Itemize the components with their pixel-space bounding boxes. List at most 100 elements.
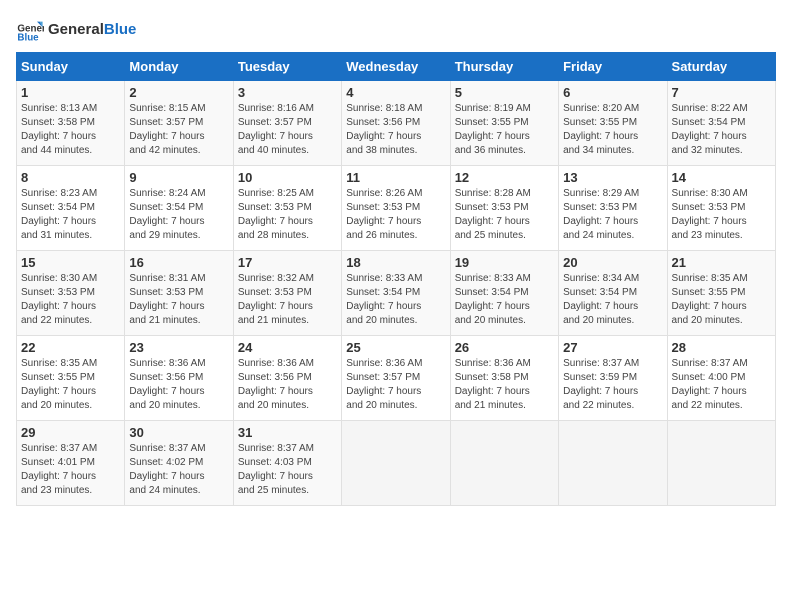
week-row-1: 1 Sunrise: 8:13 AM Sunset: 3:58 PM Dayli… bbox=[17, 81, 776, 166]
week-row-5: 29 Sunrise: 8:37 AM Sunset: 4:01 PM Dayl… bbox=[17, 421, 776, 506]
calendar-cell: 24 Sunrise: 8:36 AM Sunset: 3:56 PM Dayl… bbox=[233, 336, 341, 421]
day-number: 16 bbox=[129, 255, 228, 270]
calendar-cell: 8 Sunrise: 8:23 AM Sunset: 3:54 PM Dayli… bbox=[17, 166, 125, 251]
day-number: 26 bbox=[455, 340, 554, 355]
calendar-cell: 29 Sunrise: 8:37 AM Sunset: 4:01 PM Dayl… bbox=[17, 421, 125, 506]
week-row-2: 8 Sunrise: 8:23 AM Sunset: 3:54 PM Dayli… bbox=[17, 166, 776, 251]
calendar-table: SundayMondayTuesdayWednesdayThursdayFrid… bbox=[16, 52, 776, 506]
day-number: 14 bbox=[672, 170, 771, 185]
day-info: Sunrise: 8:28 AM Sunset: 3:53 PM Dayligh… bbox=[455, 187, 554, 243]
day-info: Sunrise: 8:19 AM Sunset: 3:55 PM Dayligh… bbox=[455, 102, 554, 158]
week-row-3: 15 Sunrise: 8:30 AM Sunset: 3:53 PM Dayl… bbox=[17, 251, 776, 336]
day-info: Sunrise: 8:31 AM Sunset: 3:53 PM Dayligh… bbox=[129, 272, 228, 328]
calendar-cell: 5 Sunrise: 8:19 AM Sunset: 3:55 PM Dayli… bbox=[450, 81, 558, 166]
day-info: Sunrise: 8:35 AM Sunset: 3:55 PM Dayligh… bbox=[672, 272, 771, 328]
day-number: 6 bbox=[563, 85, 662, 100]
day-number: 12 bbox=[455, 170, 554, 185]
logo-general: General bbox=[48, 21, 104, 38]
logo-icon: General Blue bbox=[16, 16, 44, 44]
day-info: Sunrise: 8:36 AM Sunset: 3:58 PM Dayligh… bbox=[455, 357, 554, 413]
day-number: 29 bbox=[21, 425, 120, 440]
calendar-cell: 17 Sunrise: 8:32 AM Sunset: 3:53 PM Dayl… bbox=[233, 251, 341, 336]
week-row-4: 22 Sunrise: 8:35 AM Sunset: 3:55 PM Dayl… bbox=[17, 336, 776, 421]
day-info: Sunrise: 8:30 AM Sunset: 3:53 PM Dayligh… bbox=[672, 187, 771, 243]
calendar-cell: 28 Sunrise: 8:37 AM Sunset: 4:00 PM Dayl… bbox=[667, 336, 775, 421]
logo-blue: Blue bbox=[104, 21, 137, 38]
day-number: 19 bbox=[455, 255, 554, 270]
day-info: Sunrise: 8:37 AM Sunset: 4:03 PM Dayligh… bbox=[238, 442, 337, 498]
day-info: Sunrise: 8:36 AM Sunset: 3:56 PM Dayligh… bbox=[238, 357, 337, 413]
header: General Blue GeneralBlue bbox=[16, 16, 776, 44]
day-info: Sunrise: 8:33 AM Sunset: 3:54 PM Dayligh… bbox=[455, 272, 554, 328]
calendar-cell: 26 Sunrise: 8:36 AM Sunset: 3:58 PM Dayl… bbox=[450, 336, 558, 421]
day-info: Sunrise: 8:35 AM Sunset: 3:55 PM Dayligh… bbox=[21, 357, 120, 413]
day-info: Sunrise: 8:15 AM Sunset: 3:57 PM Dayligh… bbox=[129, 102, 228, 158]
calendar-cell bbox=[342, 421, 450, 506]
header-saturday: Saturday bbox=[667, 53, 775, 81]
calendar-cell: 3 Sunrise: 8:16 AM Sunset: 3:57 PM Dayli… bbox=[233, 81, 341, 166]
calendar-cell: 21 Sunrise: 8:35 AM Sunset: 3:55 PM Dayl… bbox=[667, 251, 775, 336]
header-sunday: Sunday bbox=[17, 53, 125, 81]
calendar-cell: 16 Sunrise: 8:31 AM Sunset: 3:53 PM Dayl… bbox=[125, 251, 233, 336]
days-header-row: SundayMondayTuesdayWednesdayThursdayFrid… bbox=[17, 53, 776, 81]
day-info: Sunrise: 8:16 AM Sunset: 3:57 PM Dayligh… bbox=[238, 102, 337, 158]
calendar-cell: 18 Sunrise: 8:33 AM Sunset: 3:54 PM Dayl… bbox=[342, 251, 450, 336]
day-number: 11 bbox=[346, 170, 445, 185]
calendar-cell: 1 Sunrise: 8:13 AM Sunset: 3:58 PM Dayli… bbox=[17, 81, 125, 166]
day-info: Sunrise: 8:34 AM Sunset: 3:54 PM Dayligh… bbox=[563, 272, 662, 328]
calendar-cell: 10 Sunrise: 8:25 AM Sunset: 3:53 PM Dayl… bbox=[233, 166, 341, 251]
day-info: Sunrise: 8:37 AM Sunset: 4:00 PM Dayligh… bbox=[672, 357, 771, 413]
day-number: 10 bbox=[238, 170, 337, 185]
day-info: Sunrise: 8:22 AM Sunset: 3:54 PM Dayligh… bbox=[672, 102, 771, 158]
day-number: 18 bbox=[346, 255, 445, 270]
day-number: 21 bbox=[672, 255, 771, 270]
day-info: Sunrise: 8:33 AM Sunset: 3:54 PM Dayligh… bbox=[346, 272, 445, 328]
day-number: 4 bbox=[346, 85, 445, 100]
calendar-cell: 22 Sunrise: 8:35 AM Sunset: 3:55 PM Dayl… bbox=[17, 336, 125, 421]
day-info: Sunrise: 8:32 AM Sunset: 3:53 PM Dayligh… bbox=[238, 272, 337, 328]
day-number: 17 bbox=[238, 255, 337, 270]
day-info: Sunrise: 8:37 AM Sunset: 4:01 PM Dayligh… bbox=[21, 442, 120, 498]
day-info: Sunrise: 8:20 AM Sunset: 3:55 PM Dayligh… bbox=[563, 102, 662, 158]
day-number: 31 bbox=[238, 425, 337, 440]
day-number: 3 bbox=[238, 85, 337, 100]
calendar-cell: 9 Sunrise: 8:24 AM Sunset: 3:54 PM Dayli… bbox=[125, 166, 233, 251]
header-thursday: Thursday bbox=[450, 53, 558, 81]
header-friday: Friday bbox=[559, 53, 667, 81]
logo: General Blue GeneralBlue bbox=[16, 16, 136, 44]
day-number: 5 bbox=[455, 85, 554, 100]
header-monday: Monday bbox=[125, 53, 233, 81]
day-number: 2 bbox=[129, 85, 228, 100]
calendar-cell: 30 Sunrise: 8:37 AM Sunset: 4:02 PM Dayl… bbox=[125, 421, 233, 506]
calendar-cell: 11 Sunrise: 8:26 AM Sunset: 3:53 PM Dayl… bbox=[342, 166, 450, 251]
calendar-cell: 4 Sunrise: 8:18 AM Sunset: 3:56 PM Dayli… bbox=[342, 81, 450, 166]
day-number: 1 bbox=[21, 85, 120, 100]
calendar-cell bbox=[450, 421, 558, 506]
calendar-cell: 2 Sunrise: 8:15 AM Sunset: 3:57 PM Dayli… bbox=[125, 81, 233, 166]
header-wednesday: Wednesday bbox=[342, 53, 450, 81]
calendar-cell bbox=[559, 421, 667, 506]
day-info: Sunrise: 8:36 AM Sunset: 3:56 PM Dayligh… bbox=[129, 357, 228, 413]
day-info: Sunrise: 8:26 AM Sunset: 3:53 PM Dayligh… bbox=[346, 187, 445, 243]
day-info: Sunrise: 8:30 AM Sunset: 3:53 PM Dayligh… bbox=[21, 272, 120, 328]
day-number: 24 bbox=[238, 340, 337, 355]
day-info: Sunrise: 8:25 AM Sunset: 3:53 PM Dayligh… bbox=[238, 187, 337, 243]
day-info: Sunrise: 8:36 AM Sunset: 3:57 PM Dayligh… bbox=[346, 357, 445, 413]
day-number: 9 bbox=[129, 170, 228, 185]
day-number: 28 bbox=[672, 340, 771, 355]
calendar-cell: 15 Sunrise: 8:30 AM Sunset: 3:53 PM Dayl… bbox=[17, 251, 125, 336]
calendar-cell bbox=[667, 421, 775, 506]
day-info: Sunrise: 8:13 AM Sunset: 3:58 PM Dayligh… bbox=[21, 102, 120, 158]
day-info: Sunrise: 8:29 AM Sunset: 3:53 PM Dayligh… bbox=[563, 187, 662, 243]
day-info: Sunrise: 8:37 AM Sunset: 3:59 PM Dayligh… bbox=[563, 357, 662, 413]
day-number: 15 bbox=[21, 255, 120, 270]
day-number: 20 bbox=[563, 255, 662, 270]
day-number: 25 bbox=[346, 340, 445, 355]
day-number: 23 bbox=[129, 340, 228, 355]
day-info: Sunrise: 8:37 AM Sunset: 4:02 PM Dayligh… bbox=[129, 442, 228, 498]
day-number: 30 bbox=[129, 425, 228, 440]
svg-text:Blue: Blue bbox=[17, 33, 39, 44]
calendar-cell: 14 Sunrise: 8:30 AM Sunset: 3:53 PM Dayl… bbox=[667, 166, 775, 251]
calendar-cell: 7 Sunrise: 8:22 AM Sunset: 3:54 PM Dayli… bbox=[667, 81, 775, 166]
day-number: 27 bbox=[563, 340, 662, 355]
